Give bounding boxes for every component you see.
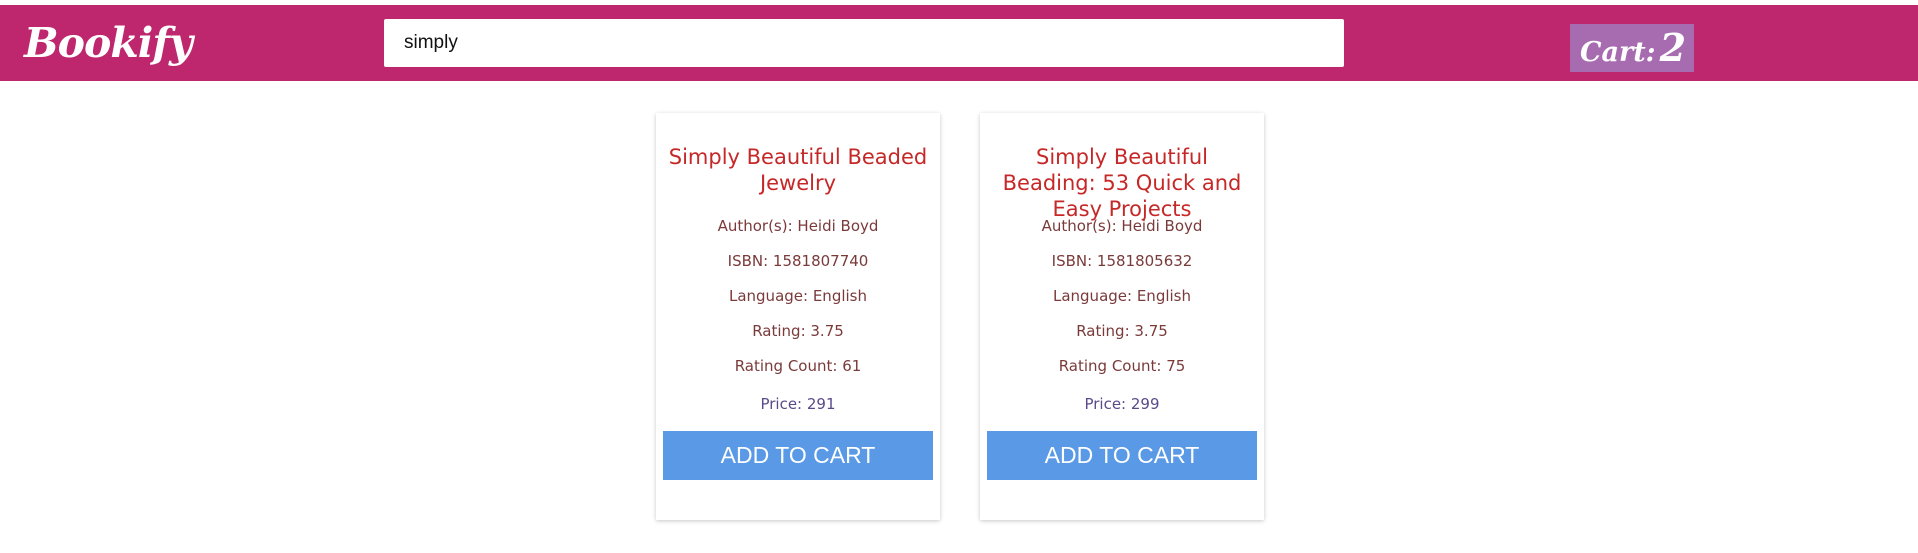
book-author: Author(s): Heidi Boyd [1041, 217, 1203, 235]
bookify-logo[interactable]: Bookify [24, 19, 193, 67]
book-language: Language: English [1052, 287, 1191, 305]
book-price: Price: 299 [1084, 395, 1160, 413]
book-price: Price: 291 [760, 395, 836, 413]
cart-count: 2 [1659, 25, 1687, 70]
book-language: Language: English [728, 287, 867, 305]
book-isbn: ISBN: 1581807740 [727, 252, 869, 270]
add-to-cart-button[interactable]: ADD TO CART [987, 431, 1257, 480]
book-rating: Rating: 3.75 [1076, 322, 1168, 340]
book-title: Simply Beautiful Beading: 53 Quick and E… [1002, 145, 1242, 221]
cart-button[interactable]: Cart: 2 [1570, 24, 1694, 72]
book-rating-count: Rating Count: 75 [1058, 357, 1186, 375]
book-title: Simply Beautiful Beaded Jewelry [668, 145, 928, 195]
book-card: Simply Beautiful Beading: 53 Quick and E… [980, 113, 1264, 520]
book-isbn: ISBN: 1581805632 [1051, 252, 1193, 270]
add-to-cart-button[interactable]: ADD TO CART [663, 431, 933, 480]
book-rating-count: Rating Count: 61 [734, 357, 862, 375]
search-input[interactable] [384, 19, 1344, 67]
cart-label: Cart: [1580, 37, 1656, 68]
top-navbar: Bookify Cart:2 [0, 5, 1918, 81]
book-author: Author(s): Heidi Boyd [717, 217, 879, 235]
book-card: Simply Beautiful Beaded Jewelry Author(s… [656, 113, 940, 520]
book-rating: Rating: 3.75 [752, 322, 844, 340]
